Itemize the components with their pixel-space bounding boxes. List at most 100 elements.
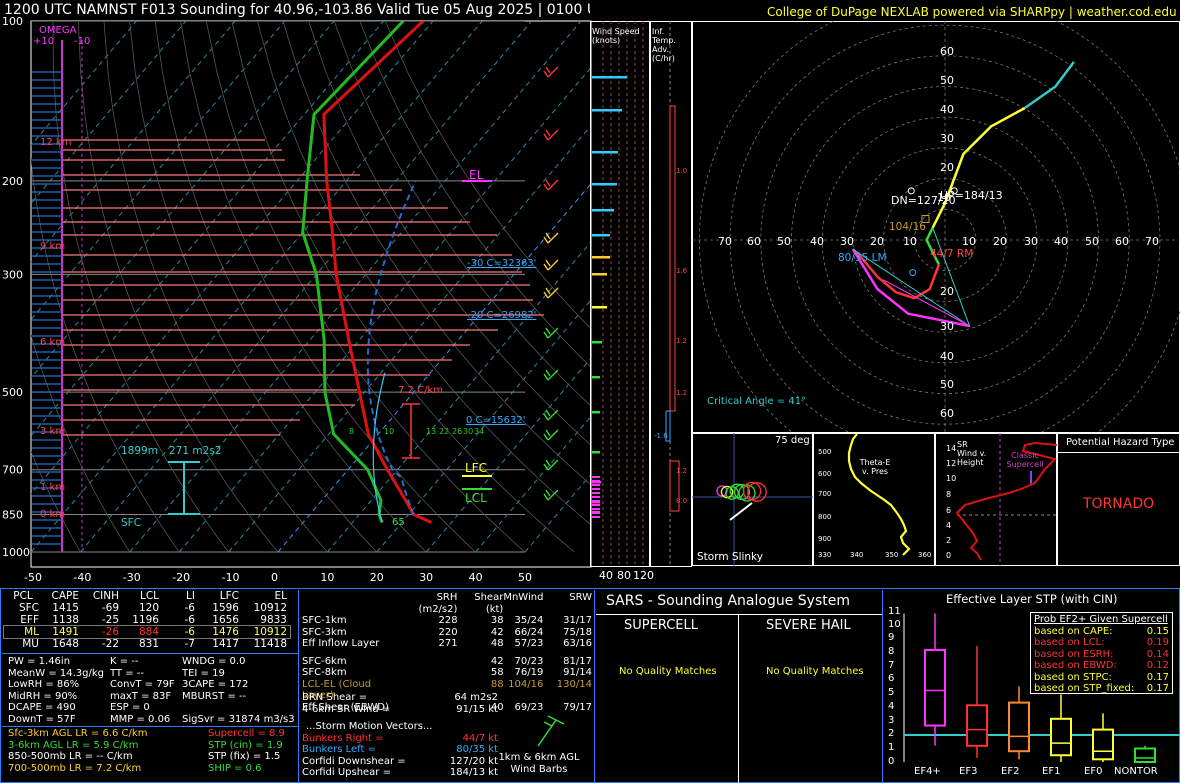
indices-row: PW = 1.46in K = -- WNDG = 0.0 [8, 656, 298, 668]
sars-hail-label: SEVERE HAIL [766, 618, 851, 633]
temp-adv-value-1: 1.0 [676, 167, 688, 175]
wind-speed-bar [592, 496, 600, 498]
parcel-row-eff[interactable]: EFF 1138 -25 1196 -6 1656 9833 [4, 614, 290, 626]
lapse-row: Sfc-3km AGL LR = 6.6 C/km Supercell = 8.9 [8, 728, 298, 740]
stp-cat-nontor: NONTOR [1114, 766, 1158, 777]
hodo-xtick-w20: 20 [870, 235, 884, 248]
parcel-cell: -6 [184, 614, 195, 626]
kin-cell: SFC-1km [302, 615, 347, 626]
cd-label: Corfidi Downshear = [302, 755, 406, 767]
sr46-value: 91/15 kt [456, 703, 498, 715]
kin-cell: 42 [490, 655, 504, 667]
thetae-ytick-600: 600 [818, 470, 832, 478]
hodo-xtick-e70: 70 [1145, 235, 1159, 248]
wind-barbs-icon [537, 715, 565, 747]
wind-speed-bar [592, 504, 600, 506]
slinky-vector [729, 502, 753, 521]
parcel-cell: 1476 [212, 626, 239, 638]
wetbulb-label-4: 22 [439, 427, 450, 436]
index-value: WNDG = 0.0 [182, 656, 246, 667]
height-6km: 6 km [40, 337, 66, 348]
prob-row: based on STP_fixed: 0.17 [1034, 683, 1169, 695]
temp-adv-value-5: -1.6 [654, 432, 668, 440]
br-label: Bunkers Right = [302, 732, 384, 744]
temp-tick: -30 [123, 571, 141, 584]
sars-divider-h [596, 614, 882, 615]
sfc-label: SFC [121, 517, 142, 529]
index-value: DCAPE = 490 [8, 702, 76, 713]
stp-cat-ef1: EF1 [1042, 766, 1061, 777]
isotherm-label-m30: -30 C=32363' [467, 258, 537, 269]
kin-header: SRW [569, 592, 592, 603]
isotherm-line [228, 124, 591, 553]
thetae-ytick-800: 800 [818, 513, 832, 521]
index-value: DownT = 57F [8, 713, 76, 725]
wind-tick-40: 40 [599, 569, 613, 582]
index-value: ESP = 0 [110, 702, 150, 713]
wetbulb-label-3: 13 [426, 427, 437, 436]
hodo-lm-label: 80/35 LM [838, 252, 887, 264]
parcel-divider [2, 653, 298, 654]
parcel-cell: 120 [138, 602, 159, 614]
index-value: SigSvr = 31874 m3/s3 [182, 713, 295, 725]
critical-angle-label: Critical Angle = 41° [707, 396, 807, 407]
lapse-rate-label: 7.2 C/km [398, 385, 443, 396]
kin-cell: 76/19 [514, 667, 544, 678]
index-value: TEI = 19 [182, 667, 225, 679]
parcel-cell: 1196 [132, 614, 159, 626]
wind-speed-bar [592, 480, 600, 482]
wind-speed-bar [592, 508, 600, 510]
surface-temp-label: 65 [392, 517, 405, 528]
parcel-cell: 1417 [212, 638, 239, 650]
slinky-label: Storm Slinky [697, 551, 763, 563]
parcel-cell: -69 [101, 602, 119, 614]
pressure-tick: 500 [2, 386, 23, 399]
parcel-cell: 1491 [52, 626, 79, 638]
hodo-xtick-e20: 20 [993, 235, 1007, 248]
stp-box [1134, 747, 1156, 763]
indices-divider [2, 726, 298, 727]
parcel-row-sfc[interactable]: SFC 1415 -69 120 -6 1596 10912 [4, 602, 290, 614]
lapse-bracket [402, 403, 420, 459]
stp-ytick-11: 11 [888, 606, 901, 617]
panel-divider-1 [298, 590, 299, 783]
wind-barb [543, 232, 559, 244]
lapse-value: 3-6km AGL LR = 5.9 C/km [8, 739, 139, 751]
parcel-cell: 884 [138, 626, 159, 638]
parcel-cell: 1415 [52, 602, 79, 614]
parcel-row-ml[interactable]: ML 1491 -26 884 -6 1476 10912 [3, 625, 291, 639]
thetae-xtick-350: 350 [885, 551, 899, 559]
temp-adv-value-2: 1.6 [676, 267, 688, 275]
thetae-ytick-500: 500 [818, 448, 832, 456]
wind-speed-bar [592, 183, 617, 186]
stp-ytick-7: 7 [888, 660, 895, 671]
lapse-row: 3-6km AGL LR = 5.9 C/km STP (cin) = 1.9 [8, 740, 298, 752]
isotherm-line [524, 473, 591, 553]
pressure-tick: 700 [2, 464, 23, 477]
temp-tick: -50 [24, 571, 42, 584]
wind-speed-bar [592, 512, 600, 514]
wind-speed-bar [592, 234, 610, 237]
parcel-header: LCL [139, 590, 159, 602]
stp-ytick-5: 5 [888, 687, 895, 698]
wind-speed-bar [592, 492, 600, 494]
kin-row: SFC-1km 228 38 35/24 31/17 [302, 615, 592, 627]
stp-box [1008, 701, 1030, 753]
parcel-header: PCL [13, 590, 33, 602]
srwind-title: SR Wind v. Height [957, 440, 987, 467]
srwind-ytick-0: 0 [946, 551, 952, 560]
parcel-table: PCL CAPE CINH LCL LI LFC EL SFC 1415 -69 12… [3, 590, 291, 650]
parcel-trace [366, 180, 417, 515]
pressure-tick: 100 [2, 15, 23, 28]
prob-row: based on EBWD: 0.12 [1034, 660, 1169, 672]
parcel-row-mu[interactable]: MU 1648 -22 831 -7 1417 11418 [4, 638, 290, 650]
pressure-tick: 300 [2, 268, 23, 281]
lcl-label: LCL [465, 491, 487, 505]
storm-slinky [692, 433, 813, 566]
omega-label: OMEGA [39, 25, 77, 36]
index-value: MBURST = -- [182, 690, 247, 702]
dry-adiabat [282, 21, 591, 486]
omega-tick-neg: -10 [74, 36, 91, 47]
kin-row: SFC-3km 220 42 66/24 75/18 [302, 627, 592, 639]
dry-adiabat [231, 21, 575, 553]
